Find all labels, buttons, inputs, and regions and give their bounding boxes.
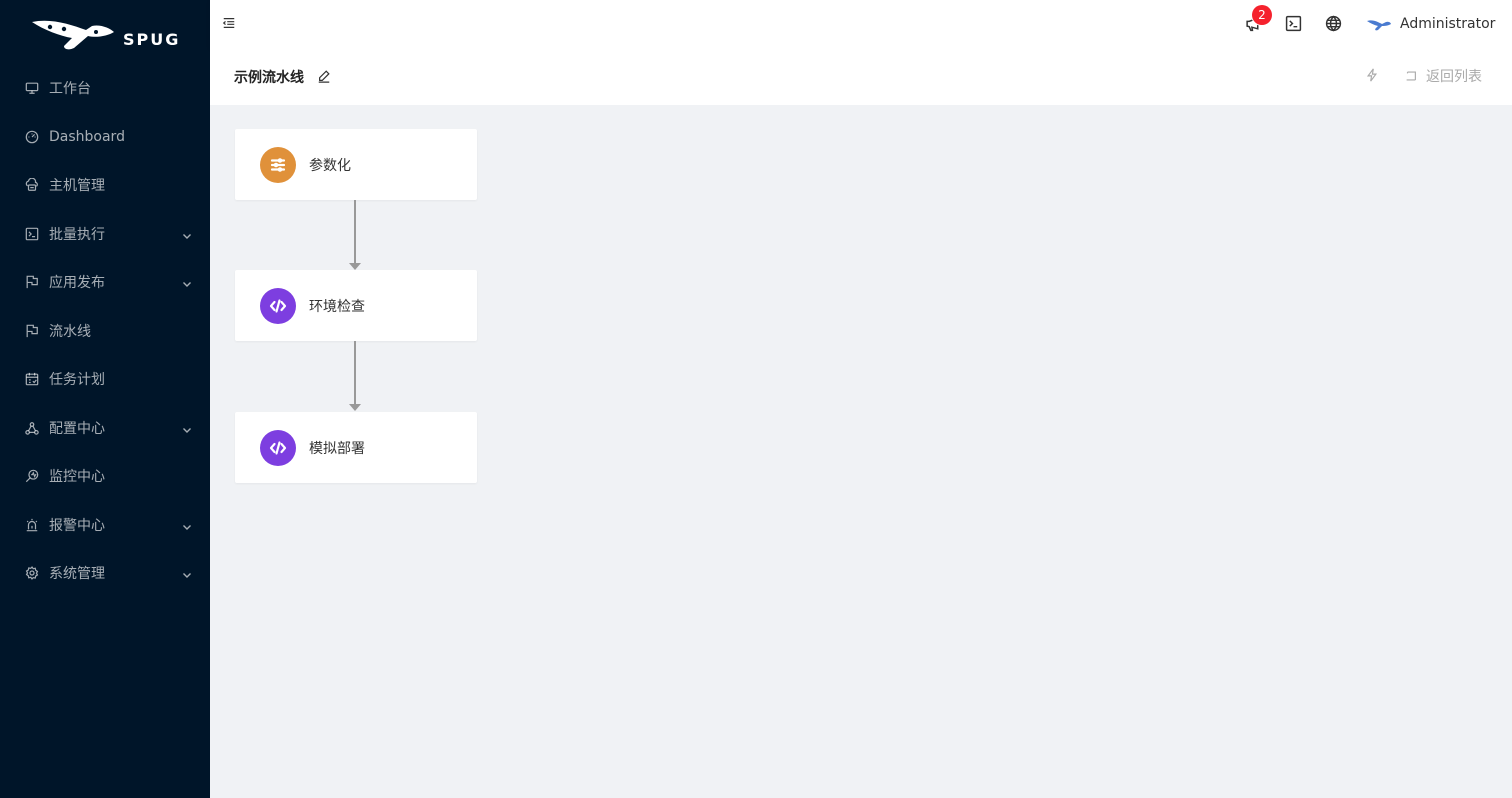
chevron-down-icon xyxy=(182,568,192,579)
sidebar-item-label: Dashboard xyxy=(49,128,125,145)
schedule-icon xyxy=(24,371,40,387)
pipeline-node-parameterize[interactable]: 参数化 xyxy=(235,129,477,200)
sidebar-item-label: 系统管理 xyxy=(49,566,105,583)
sidebar-item-label: 配置中心 xyxy=(49,420,105,437)
chevron-down-icon xyxy=(182,423,192,433)
sidebar-item-monitor[interactable]: 监控中心 xyxy=(0,452,210,501)
sidebar-item-app-deploy[interactable]: 应用发布 xyxy=(0,258,210,307)
flag-icon xyxy=(24,274,40,290)
top-header: 2 Administrator xyxy=(210,0,1512,48)
flag-icon xyxy=(24,323,40,339)
sidebar-item-label: 批量执行 xyxy=(49,226,105,243)
sidebar-item-label: 报警中心 xyxy=(49,517,105,534)
spug-logo[interactable]: SPUG xyxy=(30,16,190,52)
notification-badge: 2 xyxy=(1252,5,1272,25)
deployment-icon xyxy=(24,420,40,436)
terminal-icon[interactable] xyxy=(1285,15,1303,33)
pipeline-node-mock-deploy[interactable]: 模拟部署 xyxy=(235,412,477,483)
user-menu[interactable]: Administrator xyxy=(1366,12,1495,36)
back-to-list-label: 返回列表 xyxy=(1426,69,1482,85)
sidebar: SPUG 工作台 Dashboard 主机管理 批量执行 应用发布 流水线 任务… xyxy=(0,0,210,798)
terminal-icon xyxy=(24,226,40,242)
sidebar-item-label: 工作台 xyxy=(49,81,91,98)
menu-fold-icon[interactable] xyxy=(222,16,238,32)
rollback-icon xyxy=(1406,71,1416,81)
sidebar-item-batch-exec[interactable]: 批量执行 xyxy=(0,210,210,259)
pipeline-node-label: 环境检查 xyxy=(309,298,365,315)
sidebar-item-system-admin[interactable]: 系统管理 xyxy=(0,549,210,598)
desktop-icon xyxy=(24,80,40,96)
cloud-server-icon xyxy=(24,177,40,193)
sidebar-item-pipeline[interactable]: 流水线 xyxy=(0,307,210,356)
sidebar-item-label: 任务计划 xyxy=(49,372,105,389)
sidebar-item-label: 监控中心 xyxy=(49,469,105,486)
edit-icon[interactable] xyxy=(317,69,333,85)
sidebar-item-dashboard[interactable]: Dashboard xyxy=(0,113,210,162)
page-header: 示例流水线 返回列表 xyxy=(210,48,1512,105)
sidebar-item-label: 流水线 xyxy=(49,323,91,340)
sidebar-item-label: 应用发布 xyxy=(49,275,105,292)
globe-icon[interactable] xyxy=(1325,15,1343,33)
spug-logo-icon xyxy=(32,20,114,50)
thunderbolt-icon[interactable] xyxy=(1365,68,1381,84)
sliders-icon xyxy=(260,146,296,183)
sidebar-item-workbench[interactable]: 工作台 xyxy=(0,64,210,113)
chevron-down-icon xyxy=(182,277,192,288)
chevron-down-icon xyxy=(182,229,192,239)
pipeline-connector xyxy=(348,341,362,416)
sidebar-item-config-center[interactable]: 配置中心 xyxy=(0,404,210,453)
monitor-icon xyxy=(24,468,40,484)
chevron-down-icon xyxy=(182,520,192,530)
pipeline-connector xyxy=(348,200,362,275)
user-name: Administrator xyxy=(1400,16,1496,32)
pipeline-node-label: 参数化 xyxy=(309,157,351,174)
dashboard-icon xyxy=(24,129,40,145)
sidebar-item-hosts[interactable]: 主机管理 xyxy=(0,161,210,210)
avatar xyxy=(1367,20,1391,31)
page-title: 示例流水线 xyxy=(234,70,304,86)
back-to-list-button[interactable]: 返回列表 xyxy=(1404,66,1482,86)
pipeline-node-env-check[interactable]: 环境检查 xyxy=(235,270,477,341)
alert-icon xyxy=(24,517,40,533)
code-icon xyxy=(260,429,296,466)
brand-name: SPUG xyxy=(123,30,181,49)
sidebar-menu: 工作台 Dashboard 主机管理 批量执行 应用发布 流水线 任务计划 配置… xyxy=(0,64,210,598)
sidebar-item-alert-center[interactable]: 报警中心 xyxy=(0,501,210,550)
pipeline-node-label: 模拟部署 xyxy=(309,440,365,457)
sidebar-item-label: 主机管理 xyxy=(49,178,105,195)
code-icon xyxy=(260,287,296,324)
sidebar-item-schedule[interactable]: 任务计划 xyxy=(0,355,210,404)
setting-icon xyxy=(24,565,40,581)
